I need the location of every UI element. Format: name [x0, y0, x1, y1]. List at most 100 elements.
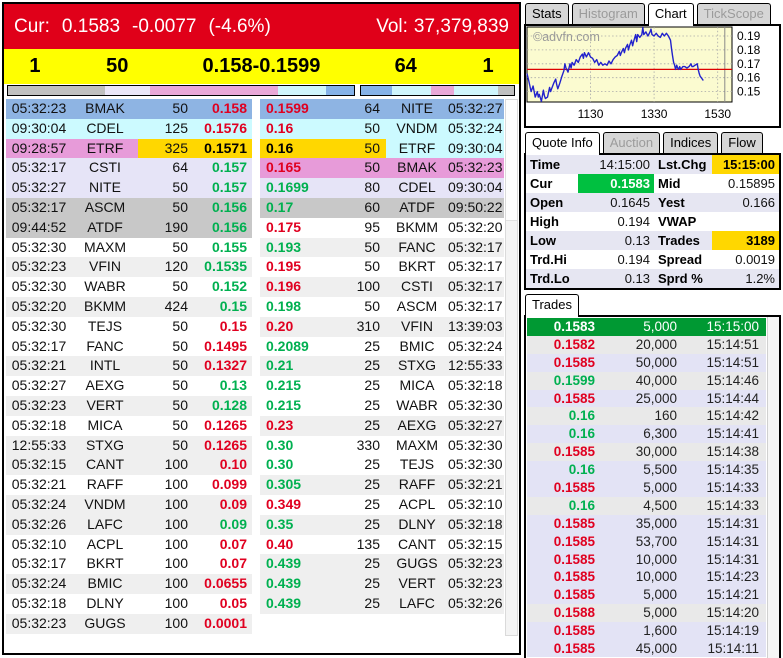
ask-size-cell: 25: [324, 376, 386, 396]
bid-price-cell: 0.157: [194, 178, 252, 198]
trade-price-cell: 0.1585: [527, 479, 595, 497]
bid-time-cell: 05:32:27: [6, 178, 72, 198]
ask-row[interactable]: 0.30525RAFF05:32:21: [260, 475, 504, 495]
trades-scrollbar[interactable]: [767, 317, 779, 658]
bid-row[interactable]: 05:32:18MICA500.1265: [6, 416, 252, 436]
tab-flow[interactable]: Flow: [721, 132, 762, 153]
bid-row[interactable]: 09:44:52ATDF1900.156: [6, 218, 252, 238]
ask-row[interactable]: 0.43925VERT05:32:23: [260, 574, 504, 594]
tab-stats[interactable]: Stats: [525, 3, 569, 24]
ask-time-cell: 05:32:23: [448, 554, 504, 574]
trade-price-cell: 0.1599: [527, 372, 595, 390]
bid-row[interactable]: 05:32:24VNDM1000.09: [6, 495, 252, 515]
ask-time-cell: 13:39:03: [448, 317, 504, 337]
ask-row[interactable]: 0.169980CDEL09:30:04: [260, 178, 504, 198]
bid-row[interactable]: 05:32:26LAFC1000.09: [6, 515, 252, 535]
bid-row[interactable]: 12:55:33STXG500.1265: [6, 436, 252, 456]
level2-montage-window: Cur:0.1583-0.0077(-4.6%) Vol:37,379,839 …: [0, 0, 783, 658]
tab-indices[interactable]: Indices: [663, 132, 718, 153]
ask-price-cell: 0.195: [260, 257, 324, 277]
bid-row[interactable]: 05:32:17CSTI640.157: [6, 158, 252, 178]
depth-scrollbar[interactable]: [505, 99, 518, 636]
trade-time-cell: 15:14:42: [677, 407, 763, 425]
bid-row[interactable]: 05:32:24BMIC1000.0655: [6, 574, 252, 594]
svg-text:0.18: 0.18: [737, 43, 761, 57]
quote-value: 1.2%: [712, 269, 779, 288]
bid-row[interactable]: 05:32:20BKMM4240.15: [6, 297, 252, 317]
bid-size-cell: 100: [138, 495, 194, 515]
trade-time-cell: 15:14:31: [677, 551, 763, 569]
tab-quote-info[interactable]: Quote Info: [525, 132, 600, 155]
bid-row[interactable]: 09:30:04CDEL1250.1576: [6, 119, 252, 139]
ask-row[interactable]: 0.19850ASCM05:32:17: [260, 297, 504, 317]
bid-mm-cell: BKMM: [72, 297, 138, 317]
ask-row[interactable]: 0.3025TEJS05:32:30: [260, 455, 504, 475]
bid-row[interactable]: 05:32:27AEXG500.13: [6, 376, 252, 396]
ask-price-cell: 0.196: [260, 277, 324, 297]
trade-row: 0.1616015:14:42: [527, 407, 766, 425]
bid-row[interactable]: 05:32:23BMAK500.158: [6, 99, 252, 119]
trade-price-cell: 0.1582: [527, 336, 595, 354]
bid-row[interactable]: 05:32:23VERT500.128: [6, 396, 252, 416]
bid-row[interactable]: 05:32:10ACPL1000.07: [6, 535, 252, 555]
ask-row[interactable]: 0.21525MICA05:32:18: [260, 376, 504, 396]
ask-row[interactable]: 0.208925BMIC05:32:24: [260, 337, 504, 357]
bid-mm-cell: INTL: [72, 356, 138, 376]
bid-row[interactable]: 05:32:17BKRT1000.07: [6, 554, 252, 574]
bid-row[interactable]: 05:32:15CANT1000.10: [6, 455, 252, 475]
ask-row[interactable]: 0.43925GUGS05:32:23: [260, 554, 504, 574]
bid-row[interactable]: 05:32:27NITE500.157: [6, 178, 252, 198]
trade-size-cell: 6,300: [595, 425, 677, 443]
bid-mm-cell: VNDM: [72, 495, 138, 515]
trade-size-cell: 45,000: [595, 640, 677, 657]
trade-price-cell: 0.1585: [527, 622, 595, 640]
ask-size-cell: 25: [324, 455, 386, 475]
ask-row[interactable]: 0.2125STXG12:55:33: [260, 356, 504, 376]
bid-row[interactable]: 05:32:30MAXM500.155: [6, 238, 252, 258]
trades-tabbar: Trades: [524, 293, 781, 315]
bid-mm-cell: CANT: [72, 455, 138, 475]
ask-row[interactable]: 0.43925LAFC05:32:26: [260, 594, 504, 614]
ask-row[interactable]: 0.30330MAXM05:32:30: [260, 436, 504, 456]
bid-row[interactable]: 05:32:17FANC500.1495: [6, 337, 252, 357]
depth-scrollbar-thumb[interactable]: [506, 100, 517, 221]
ask-row[interactable]: 0.1650VNDM05:32:24: [260, 119, 504, 139]
ask-row[interactable]: 0.2325AEXG05:32:27: [260, 416, 504, 436]
bid-price-cell: 0.09: [194, 495, 252, 515]
ask-time-cell: 05:32:18: [448, 376, 504, 396]
tab-trades[interactable]: Trades: [525, 294, 579, 317]
ask-row[interactable]: 0.21525WABR05:32:30: [260, 396, 504, 416]
bid-row[interactable]: 05:32:23VFIN1200.1535: [6, 257, 252, 277]
ask-mm-cell: RAFF: [386, 475, 448, 495]
bid-row[interactable]: 05:32:21INTL500.1327: [6, 356, 252, 376]
depth-bar-right: [360, 85, 515, 96]
ask-row[interactable]: 0.20310VFIN13:39:03: [260, 317, 504, 337]
ask-row[interactable]: 0.19350FANC05:32:17: [260, 238, 504, 258]
ask-price-cell: 0.35: [260, 515, 324, 535]
bid-mm-cell: STXG: [72, 436, 138, 456]
bid-row[interactable]: 05:32:30TEJS500.15: [6, 317, 252, 337]
ask-row[interactable]: 0.34925ACPL05:32:10: [260, 495, 504, 515]
bid-row[interactable]: 09:28:57ETRF3250.1571: [6, 139, 252, 159]
bid-row[interactable]: 05:32:17ASCM500.156: [6, 198, 252, 218]
ask-row[interactable]: 0.196100CSTI05:32:17: [260, 277, 504, 297]
trade-price-cell: 0.1585: [527, 533, 595, 551]
ask-row[interactable]: 0.159964NITE05:32:27: [260, 99, 504, 119]
bid-row[interactable]: 05:32:21RAFF1000.099: [6, 475, 252, 495]
bid-price-cell: 0.05: [194, 594, 252, 614]
svg-text:0.17: 0.17: [737, 57, 761, 71]
ask-time-cell: 05:32:17: [448, 297, 504, 317]
ask-row[interactable]: 0.40135CANT05:32:15: [260, 535, 504, 555]
ask-row[interactable]: 0.17595BKMM05:32:20: [260, 218, 504, 238]
ask-row[interactable]: 0.1650ETRF09:30:04: [260, 139, 504, 159]
bid-row[interactable]: 05:32:23GUGS1000.0001: [6, 614, 252, 634]
quote-value: 0.1645: [578, 193, 654, 212]
tab-chart[interactable]: Chart: [648, 3, 694, 26]
bid-row[interactable]: 05:32:18DLNY1000.05: [6, 594, 252, 614]
ask-row[interactable]: 0.16550BMAK05:32:23: [260, 158, 504, 178]
bid-row[interactable]: 05:32:30WABR500.152: [6, 277, 252, 297]
ask-time-cell: 05:32:21: [448, 475, 504, 495]
ask-row[interactable]: 0.19550BKRT05:32:17: [260, 257, 504, 277]
ask-row[interactable]: 0.3525DLNY05:32:18: [260, 515, 504, 535]
ask-row[interactable]: 0.1760ATDF09:50:22: [260, 198, 504, 218]
